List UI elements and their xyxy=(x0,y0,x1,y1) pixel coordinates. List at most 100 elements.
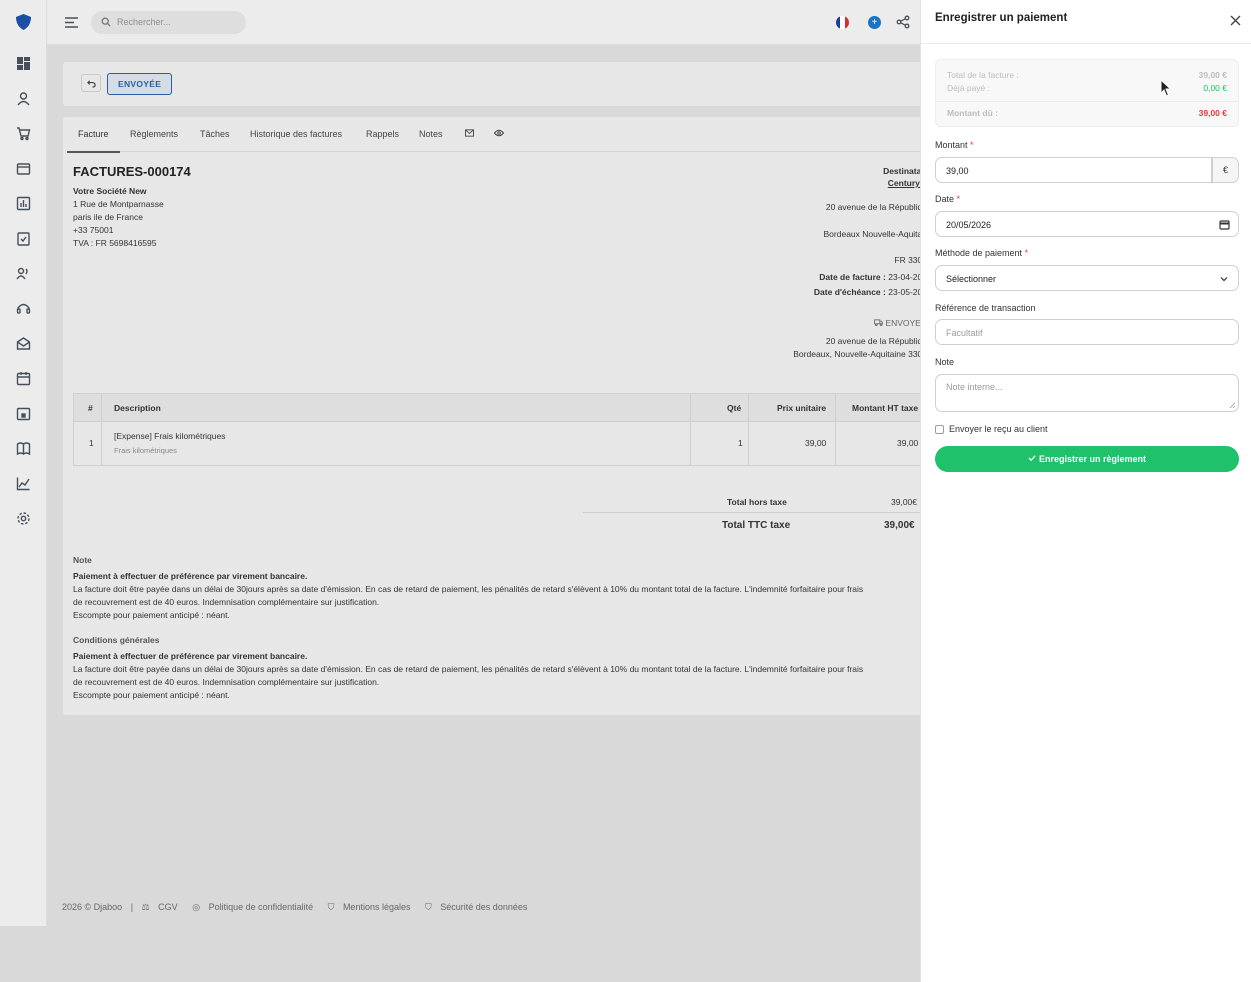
status-badge[interactable]: ENVOYÉE xyxy=(107,73,173,95)
row-subtitle: Frais kilométriques xyxy=(114,446,177,455)
company-block: Votre Société New 1 Rue de Montparnasse … xyxy=(73,185,164,250)
reference-label: Référence de transaction xyxy=(935,303,1036,313)
search-icon xyxy=(101,17,111,27)
calendar-event-icon[interactable] xyxy=(16,406,31,421)
conditions-line2: de recouvrement est de 40 euros. Indemni… xyxy=(73,677,380,687)
amount-label: Montant * xyxy=(935,140,974,150)
due-value: 39,00 € xyxy=(1198,108,1227,118)
drawer-header: Enregistrer un paiement xyxy=(921,0,1251,44)
truck-icon xyxy=(874,319,883,326)
tab-historique[interactable]: Historique des factures xyxy=(250,129,342,139)
tab-reglements[interactable]: Règlements xyxy=(130,129,178,139)
amount-input[interactable]: 39,00 xyxy=(935,157,1212,183)
resize-handle-icon[interactable] xyxy=(1229,402,1236,409)
invoice-date-row: Date de facture : 23-04-202 xyxy=(819,271,927,284)
tab-facture[interactable]: Facture xyxy=(78,129,109,139)
total-ttc-label: Total TTC taxe xyxy=(722,520,791,531)
company-address2: paris ile de France xyxy=(73,212,143,222)
col-num: # xyxy=(88,403,93,413)
tab-taches[interactable]: Tâches xyxy=(200,129,230,139)
ship-street: 20 avenue de la Républiqu xyxy=(825,336,927,346)
undo-icon xyxy=(86,80,96,88)
language-flag-icon[interactable] xyxy=(836,16,849,29)
tab-notes[interactable]: Notes xyxy=(419,129,443,139)
calendar-icon[interactable] xyxy=(1219,219,1230,230)
company-phone: +33 75001 xyxy=(73,225,114,235)
close-icon[interactable] xyxy=(1229,14,1242,27)
footer-link-privacy[interactable]: ◎ Politique de confidentialité xyxy=(192,902,319,912)
share-icon[interactable] xyxy=(896,15,910,29)
lock-icon: ◎ xyxy=(192,902,201,912)
gear-icon[interactable] xyxy=(16,511,31,526)
invoice-number: FACTURES-000174 xyxy=(73,164,191,179)
paid-label: Déjà payé : xyxy=(947,83,990,93)
recipient-street: 20 avenue de la Républiqu xyxy=(825,202,927,212)
footer-link-cgv[interactable]: ⚖ CGV xyxy=(142,902,184,912)
dashboard-icon[interactable] xyxy=(16,56,31,71)
invoice-date-label: Date de facture : xyxy=(819,272,886,282)
row-qty: 1 xyxy=(738,438,743,448)
table-header: # Description Qté Prix unitaire Montant … xyxy=(73,393,935,422)
due-label: Montant dû : xyxy=(947,108,998,118)
due-date-row: Date d'échéance : 23-05-202 xyxy=(814,286,927,299)
due-date-label: Date d'échéance : xyxy=(813,287,886,297)
tab-email-icon[interactable] xyxy=(465,129,474,139)
user-icon[interactable] xyxy=(16,91,31,106)
menu-toggle-icon[interactable] xyxy=(64,15,79,30)
checklist-icon[interactable] xyxy=(16,231,31,246)
reference-input[interactable]: Facultatif xyxy=(935,319,1239,345)
conditions-bold: Paiement à effectuer de préférence par v… xyxy=(73,651,308,661)
row-amount: 39,00 xyxy=(897,438,919,448)
mouse-cursor-icon xyxy=(1160,79,1172,97)
payment-drawer: Enregistrer un paiement Total de la fact… xyxy=(920,0,1251,982)
footer-link-security[interactable]: ⛉ Sécurité des données xyxy=(425,902,533,912)
total-ht-label: Total hors taxe xyxy=(727,497,787,507)
send-receipt-checkbox[interactable] xyxy=(935,425,944,434)
col-qty: Qté xyxy=(727,403,742,413)
date-value: 20/05/2026 xyxy=(946,220,992,230)
currency-addon: € xyxy=(1212,157,1239,183)
cart-icon[interactable] xyxy=(16,126,31,141)
line-chart-icon[interactable] xyxy=(16,476,31,491)
shield-logo-icon[interactable] xyxy=(15,13,32,31)
date-input[interactable]: 20/05/2026 xyxy=(935,211,1239,237)
note-line2: de recouvrement est de 40 euros. Indemni… xyxy=(73,597,380,607)
note-textarea[interactable]: Note interne... xyxy=(935,374,1239,412)
box-icon[interactable] xyxy=(16,161,31,176)
paid-value: 0,00 € xyxy=(1203,83,1227,93)
tab-rappels[interactable]: Rappels xyxy=(366,129,399,139)
method-value: Sélectionner xyxy=(946,274,997,284)
total-invoice-value: 39,00 € xyxy=(1198,70,1227,80)
row-price: 39,00 xyxy=(805,438,827,448)
headset-icon[interactable] xyxy=(16,301,31,316)
chart-bar-icon[interactable] xyxy=(16,196,31,211)
drawer-title: Enregistrer un paiement xyxy=(935,12,1068,24)
book-icon[interactable] xyxy=(16,441,31,456)
method-label: Méthode de paiement * xyxy=(935,248,1029,258)
back-button[interactable] xyxy=(81,74,101,92)
total-ttc-value: 39,00€ xyxy=(884,520,915,531)
send-receipt-label[interactable]: Envoyer le reçu au client xyxy=(949,424,1048,434)
note-placeholder: Note interne... xyxy=(946,382,1003,392)
note-heading: Note xyxy=(73,555,92,565)
footer: 2026 © Djaboo | ⚖ CGV ◎ Politique de con… xyxy=(62,902,539,913)
calendar-icon[interactable] xyxy=(16,371,31,386)
topbar: Rechercher... + xyxy=(47,0,920,45)
search-input[interactable]: Rechercher... xyxy=(91,11,246,34)
footer-link-legal[interactable]: ⛉ Mentions légales xyxy=(328,902,417,912)
company-vat: TVA : FR 5698416595 xyxy=(73,238,157,248)
mail-open-icon[interactable] xyxy=(16,336,31,351)
payment-summary: Total de la facture : 39,00 € Déjà payé … xyxy=(935,59,1239,127)
note-line1: La facture doit être payée dans un délai… xyxy=(73,584,864,594)
notes-section: Note Paiement à effectuer de préférence … xyxy=(73,554,923,702)
table-row: 1 [Expense] Frais kilométriques Frais ki… xyxy=(73,422,935,466)
col-amount: Montant HT taxe xyxy=(852,403,919,413)
tab-preview-eye-icon[interactable] xyxy=(493,129,505,139)
payment-method-select[interactable]: Sélectionner xyxy=(935,265,1239,291)
add-circle-icon[interactable]: + xyxy=(868,16,881,29)
save-payment-button[interactable]: Enregistrer un règlement xyxy=(935,446,1239,472)
company-name: Votre Société New xyxy=(73,186,147,196)
people-icon[interactable] xyxy=(16,266,31,281)
invoice-items-table: # Description Qté Prix unitaire Montant … xyxy=(73,393,935,466)
chevron-down-icon xyxy=(1220,277,1228,282)
